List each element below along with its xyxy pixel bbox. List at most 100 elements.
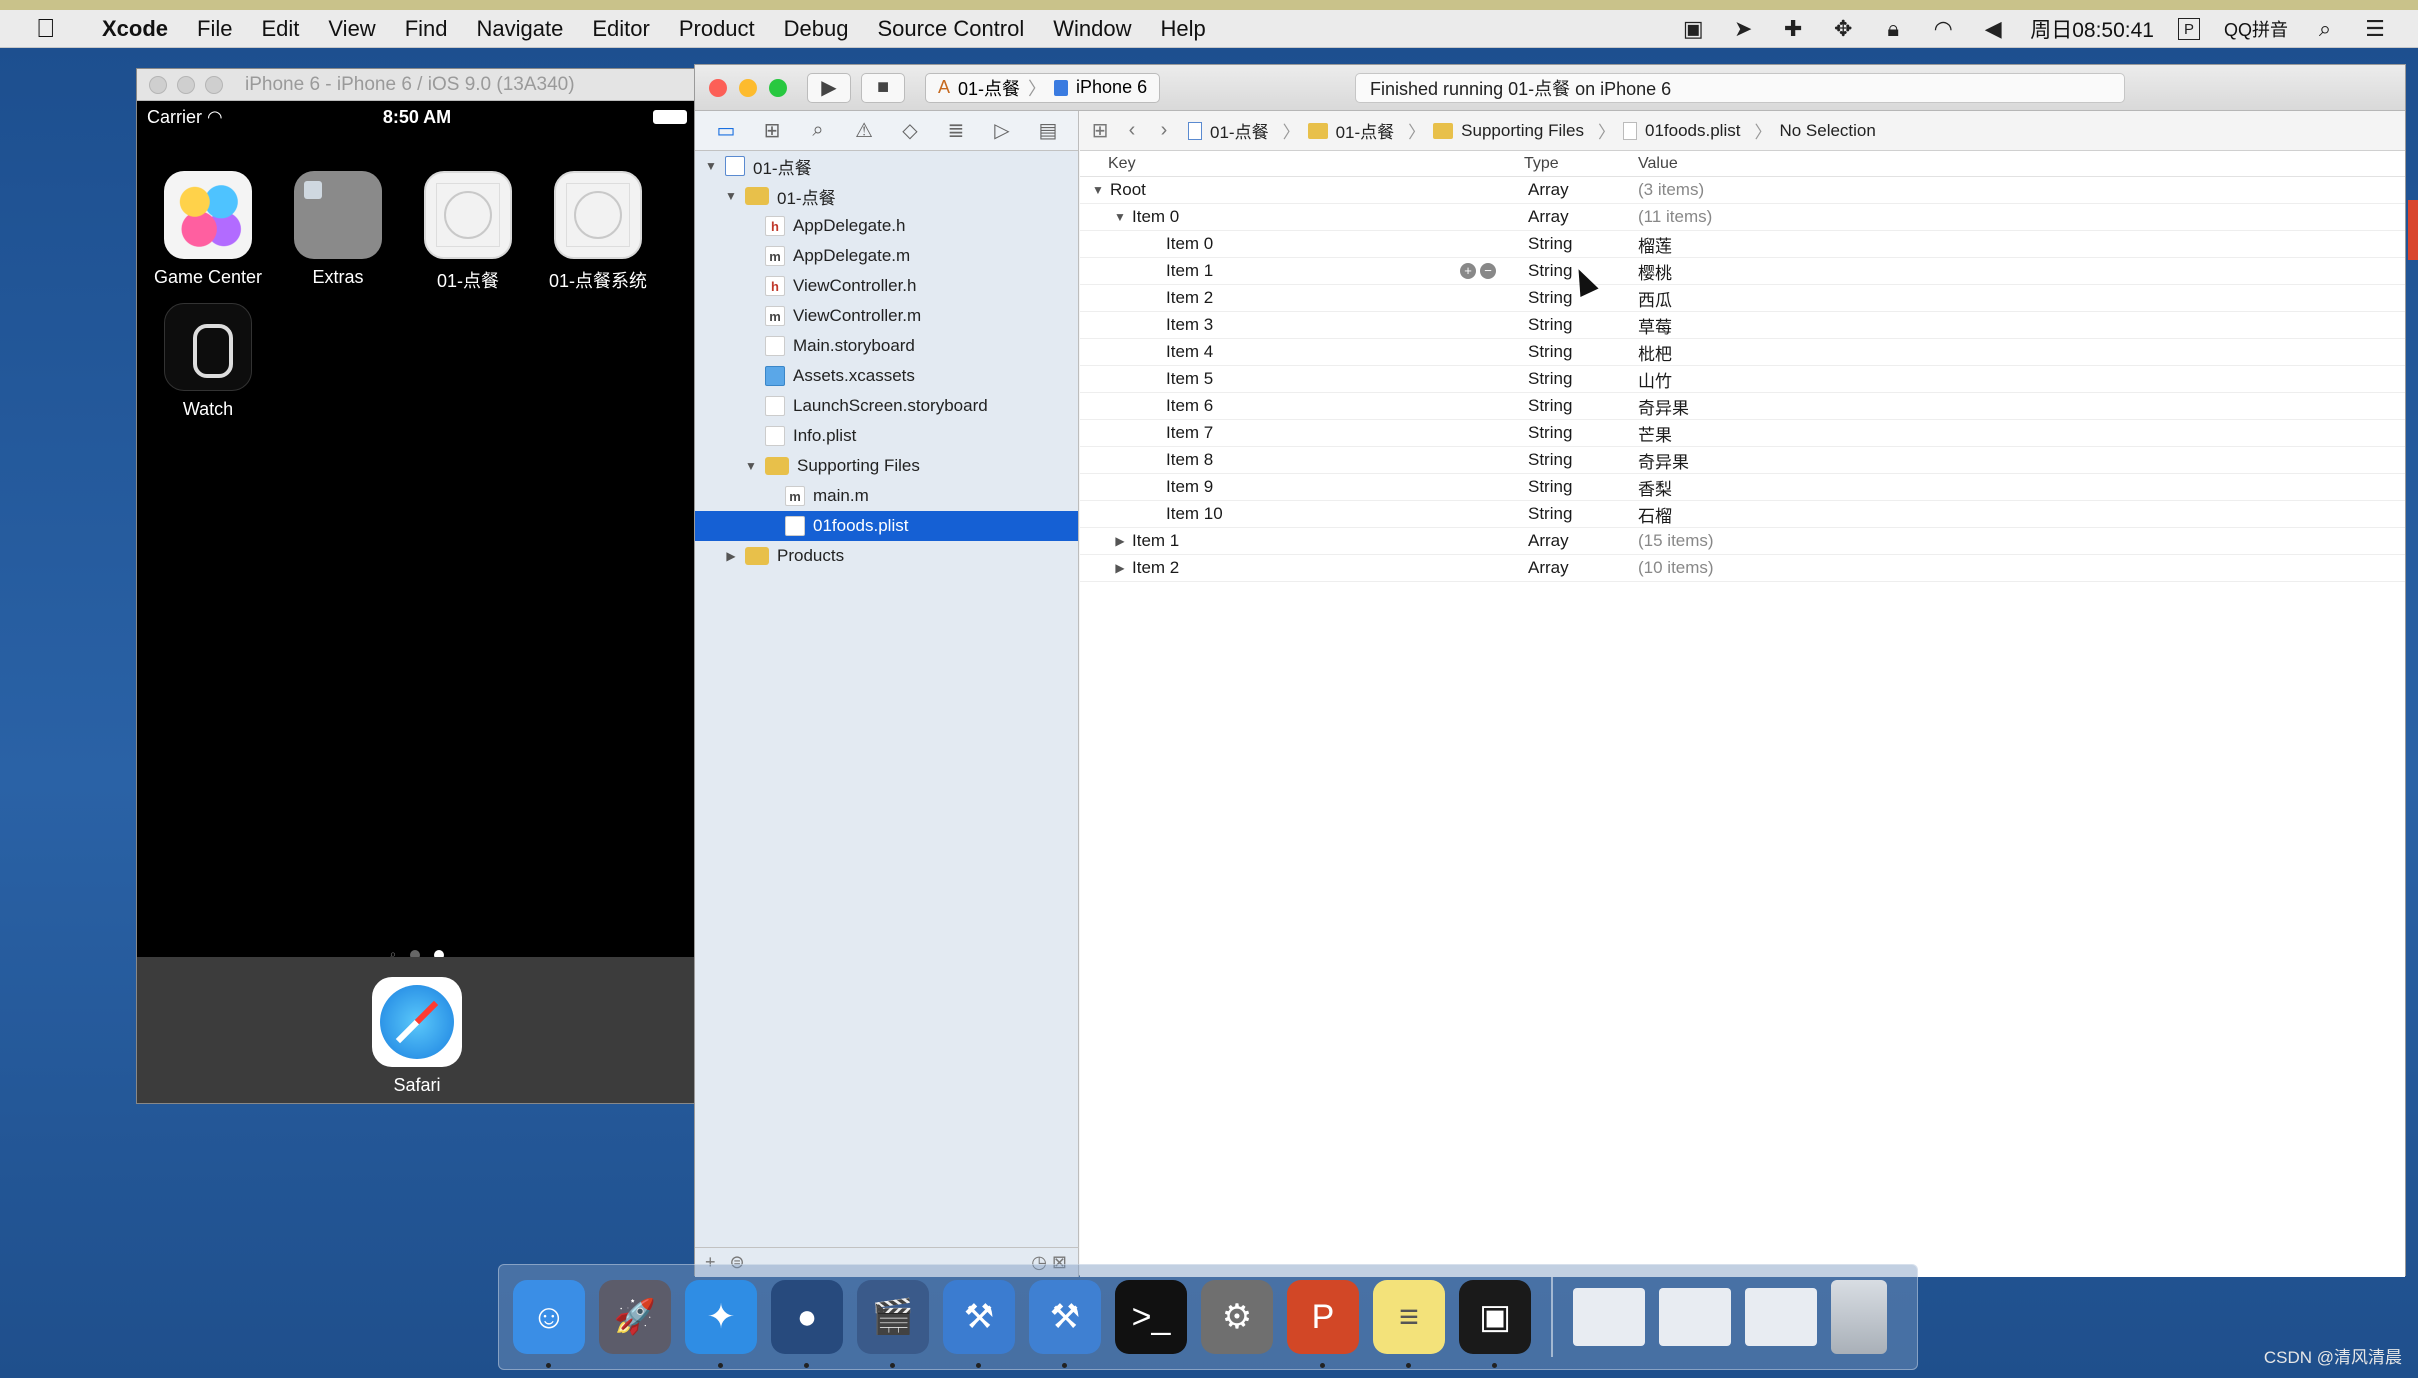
plist-type[interactable]: Array [1514,558,1636,578]
plist-row[interactable]: Item 3 String 草莓 [1080,312,2405,339]
dock-finder[interactable]: ☺ [513,1280,585,1368]
warning-icon[interactable]: ⚠ [851,118,877,144]
navigator-item[interactable]: ▼ 01-点餐 [695,181,1078,211]
plist-value[interactable]: 奇异果 [1636,448,2405,473]
app-extras[interactable]: Extras [273,171,403,288]
plist-key-cell[interactable]: Item 8 [1080,450,1460,470]
plist-value[interactable]: (11 items) [1636,207,2405,227]
dock-notes[interactable]: ≡ [1373,1280,1445,1368]
navigator-item[interactable]: m main.m [695,481,1078,511]
plist-type[interactable]: Array [1514,180,1636,200]
disclosure-open-icon[interactable]: ▼ [743,459,759,473]
plist-value[interactable]: (3 items) [1636,180,2405,200]
report-icon[interactable]: ▤ [1035,118,1061,144]
plist-row[interactable]: Item 1 + − String 樱桃 [1080,258,2405,285]
symbol-navigator-icon[interactable]: ⊞ [759,118,785,144]
plist-key-cell[interactable]: Item 7 [1080,423,1460,443]
plist-value[interactable]: 石榴 [1636,502,2405,527]
search-icon[interactable]: ⌕ [805,118,831,144]
plist-row[interactable]: Item 8 String 奇异果 [1080,447,2405,474]
plus-cross-icon[interactable]: ✚ [1780,16,1806,42]
breakpoint-icon[interactable]: ▷ [989,118,1015,144]
debug-icon[interactable]: ≣ [943,118,969,144]
navigator-item[interactable]: LaunchScreen.storyboard [695,391,1078,421]
plist-key-cell[interactable]: Item 6 [1080,396,1460,416]
breadcrumb-file[interactable]: 01foods.plist [1645,121,1740,141]
dock-safari[interactable]: ✦ [685,1280,757,1368]
dock-imovie[interactable]: 🎬 [857,1280,929,1368]
wifi-icon[interactable]: ◠ [1930,16,1956,42]
plist-value[interactable]: 西瓜 [1636,286,2405,311]
folder-icon[interactable]: ▭ [713,118,739,144]
menu-window[interactable]: Window [1053,16,1131,42]
menu-edit[interactable]: Edit [261,16,299,42]
plist-value[interactable]: 榴莲 [1636,232,2405,257]
clock[interactable]: 周日08:50:41 [2030,14,2154,44]
plist-type[interactable]: String [1514,477,1636,497]
minimized-window-2-icon[interactable] [1659,1288,1731,1346]
forward-icon[interactable]: › [1152,119,1176,143]
app-01-diancan-system[interactable]: 01-点餐系统 [533,171,663,293]
breadcrumb-supporting-files[interactable]: Supporting Files [1461,121,1584,141]
plist-key-cell[interactable]: ▶ Item 1 [1080,531,1460,551]
apple-menu-icon[interactable]:  [36,13,72,44]
plist-key-cell[interactable]: ▼ Item 0 [1080,207,1460,227]
plist-value[interactable]: 山竹 [1636,367,2405,392]
navigator-item[interactable]: ▶ Products [695,541,1078,571]
navigator-item[interactable]: Info.plist [695,421,1078,451]
plist-key-cell[interactable]: ▼ Root [1080,180,1460,200]
navigator-item[interactable]: h ViewController.h [695,271,1078,301]
app-safari[interactable]: Safari [367,977,467,1096]
plist-type[interactable]: String [1514,396,1636,416]
navigator-item[interactable]: 01foods.plist [695,511,1078,541]
plist-value[interactable]: 草莓 [1636,313,2405,338]
navigator-item[interactable]: Main.storyboard [695,331,1078,361]
plist-row[interactable]: Item 9 String 香梨 [1080,474,2405,501]
disclosure-open-icon[interactable]: ▼ [723,189,739,203]
plist-value[interactable]: (15 items) [1636,531,2405,551]
plist-key-cell[interactable]: Item 10 [1080,504,1460,524]
back-icon[interactable]: ‹ [1120,119,1144,143]
run-button[interactable]: ▶ [807,72,851,103]
minimized-window-1-icon[interactable] [1573,1288,1645,1346]
plist-type[interactable]: String [1514,342,1636,362]
input-method-icon[interactable]: P [2177,18,2200,40]
add-row-icon[interactable]: + [1460,263,1476,279]
sim-close-button[interactable] [149,75,167,94]
plist-row[interactable]: Item 2 String 西瓜 [1080,285,2405,312]
sim-zoom-button[interactable] [205,75,223,94]
plist-row[interactable]: Item 7 String 芒果 [1080,420,2405,447]
disclosure-open-icon[interactable]: ▼ [1112,210,1128,224]
plist-value[interactable]: 樱桃 [1636,259,2405,284]
app-01-diancan[interactable]: 01-点餐 [403,171,533,293]
simulator-title-bar[interactable]: iPhone 6 - iPhone 6 / iOS 9.0 (13A340) [137,69,697,101]
navigator-item[interactable]: m AppDelegate.m [695,241,1078,271]
app-game-center[interactable]: Game Center [143,171,273,288]
plist-value[interactable]: 枇杷 [1636,340,2405,365]
plist-type[interactable]: String [1514,369,1636,389]
plist-row[interactable]: Item 0 String 榴莲 [1080,231,2405,258]
breadcrumb-selection[interactable]: No Selection [1779,121,1875,141]
minimized-window-3-icon[interactable] [1745,1288,1817,1346]
minimize-button[interactable] [739,78,757,97]
input-method-label[interactable]: QQ拼音 [2224,16,2288,42]
plist-key-cell[interactable]: Item 1 [1080,261,1460,281]
plist-row[interactable]: ▼ Root Array (3 items) [1080,177,2405,204]
plist-row[interactable]: ▼ Item 0 Array (11 items) [1080,204,2405,231]
type-column-header[interactable]: Type [1514,155,1636,173]
plist-key-cell[interactable]: Item 5 [1080,369,1460,389]
breadcrumb-project[interactable]: 01-点餐 [1210,118,1269,143]
menu-file[interactable]: File [197,16,232,42]
scheme-selector[interactable]: A 01-点餐 〉 iPhone 6 [925,72,1161,103]
disclosure-closed-icon[interactable]: ▶ [723,549,739,563]
plist-key-cell[interactable]: Item 4 [1080,342,1460,362]
plist-type[interactable]: Array [1514,207,1636,227]
related-items-icon[interactable]: ⊞ [1088,119,1112,143]
dock-system-preferences[interactable]: ⚙ [1201,1280,1273,1354]
plist-row[interactable]: Item 4 String 枇杷 [1080,339,2405,366]
stop-button[interactable]: ■ [861,72,905,103]
menu-app-name[interactable]: Xcode [102,16,168,42]
disclosure-closed-icon[interactable]: ▶ [1112,561,1128,575]
plist-value[interactable]: 芒果 [1636,421,2405,446]
menu-help[interactable]: Help [1161,16,1206,42]
